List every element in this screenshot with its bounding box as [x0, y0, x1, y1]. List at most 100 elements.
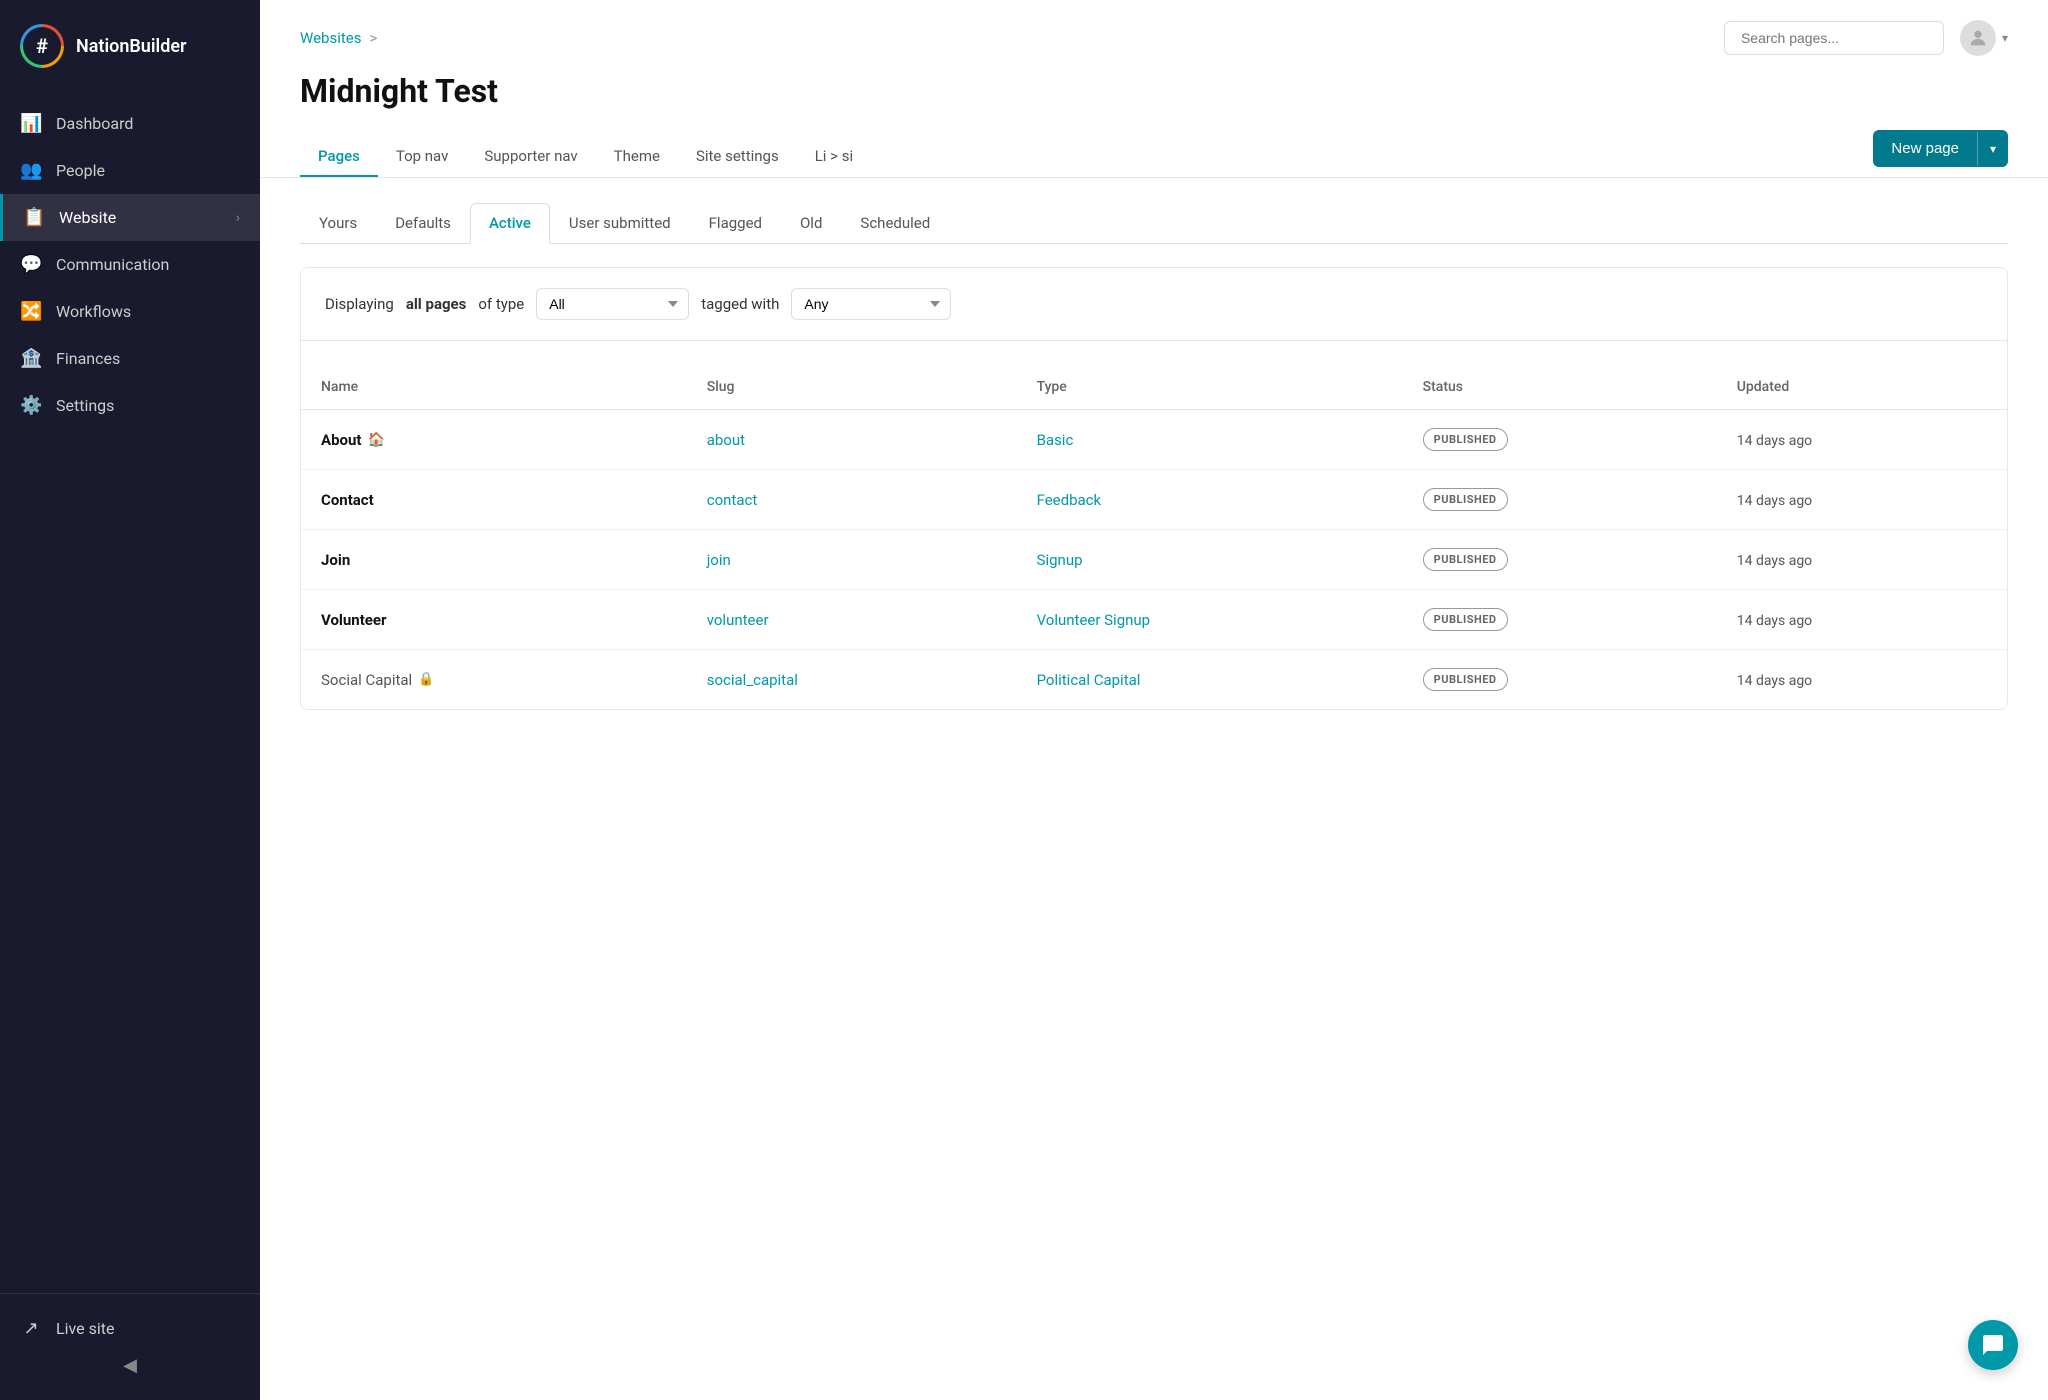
page-name-volunteer: Volunteer	[321, 611, 667, 629]
subtab-defaults[interactable]: Defaults	[376, 203, 470, 244]
slug-link-about[interactable]: about	[707, 431, 745, 449]
header-actions: ▾	[1724, 20, 2008, 56]
search-input[interactable]	[1724, 21, 1944, 55]
sidebar-item-communication[interactable]: 💬 Communication	[0, 241, 260, 288]
subtab-user-submitted[interactable]: User submitted	[550, 203, 690, 244]
user-menu[interactable]: ▾	[1960, 20, 2008, 56]
sidebar-item-label: Communication	[56, 255, 169, 274]
main-content: Websites > ▾ Midnight Test PagesTop navS…	[260, 0, 2048, 1400]
sidebar-item-workflows[interactable]: 🔀 Workflows	[0, 288, 260, 335]
page-title: Midnight Test	[300, 72, 2008, 110]
collapse-sidebar-button[interactable]: ◀	[20, 1347, 240, 1384]
type-link-social-capital[interactable]: Political Capital	[1037, 671, 1141, 689]
new-page-button[interactable]: New page ▾	[1873, 130, 2008, 167]
subtab-flagged[interactable]: Flagged	[690, 203, 781, 244]
new-page-dropdown-arrow[interactable]: ▾	[1977, 132, 2008, 166]
sidebar-item-live-site[interactable]: ↗ Live site	[20, 1310, 240, 1347]
updated-about: 14 days ago	[1737, 433, 1812, 449]
col-header-name: Name	[301, 365, 687, 410]
table-row: Volunteer volunteer Volunteer Signup PUBLIS…	[301, 590, 2007, 650]
live-site-label: Live site	[56, 1319, 114, 1338]
people-icon: 👥	[20, 160, 42, 181]
filter-bar: Displaying all pages of type All Basic F…	[301, 268, 2007, 341]
home-icon: 🏠	[367, 432, 384, 448]
sidebar-footer: ↗ Live site ◀	[0, 1293, 260, 1400]
website-icon: 📋	[23, 207, 45, 228]
slug-link-social-capital[interactable]: social_capital	[707, 671, 798, 689]
updated-contact: 14 days ago	[1737, 493, 1812, 509]
sidebar-item-settings[interactable]: ⚙️ Settings	[0, 382, 260, 429]
status-badge-join: PUBLISHED	[1423, 548, 1508, 571]
updated-volunteer: 14 days ago	[1737, 613, 1812, 629]
subtabs: YoursDefaultsActiveUser submittedFlagged…	[300, 202, 2008, 244]
status-badge-social-capital: PUBLISHED	[1423, 668, 1508, 691]
tab-more[interactable]: Li > si	[797, 137, 871, 177]
slug-link-volunteer[interactable]: volunteer	[707, 611, 769, 629]
table-body: About 🏠aboutBasicPUBLISHED14 days agoCon…	[301, 410, 2007, 710]
col-header-type: Type	[1017, 365, 1403, 410]
subtab-scheduled[interactable]: Scheduled	[841, 203, 949, 244]
pages-table: NameSlugTypeStatusUpdated About 🏠 about Ba…	[301, 365, 2007, 709]
type-filter-select[interactable]: All Basic Feedback Signup Volunteer Sign…	[536, 288, 689, 320]
header: Websites > ▾ Midnight Test PagesTop navS…	[260, 0, 2048, 178]
subtab-yours[interactable]: Yours	[300, 203, 376, 244]
content-area: YoursDefaultsActiveUser submittedFlagged…	[260, 178, 2048, 1400]
sidebar-item-label: Settings	[56, 396, 114, 415]
logo-text: NationBuilder	[76, 36, 187, 57]
sidebar-item-label: People	[56, 161, 105, 180]
table-row: Contact contact Feedback PUBLISHED 14 days a…	[301, 470, 2007, 530]
sidebar-item-finances[interactable]: 🏦 Finances	[0, 335, 260, 382]
new-page-button-label: New page	[1873, 130, 1977, 167]
table-header: NameSlugTypeStatusUpdated	[301, 365, 2007, 410]
header-top: Websites > ▾	[300, 20, 2008, 56]
filter-prefix: Displaying	[325, 295, 394, 313]
sidebar-item-label: Workflows	[56, 302, 131, 321]
type-link-volunteer[interactable]: Volunteer Signup	[1037, 611, 1151, 629]
page-name-about: About 🏠	[321, 431, 667, 449]
sidebar-item-people[interactable]: 👥 People	[0, 147, 260, 194]
sidebar-item-dashboard[interactable]: 📊 Dashboard	[0, 100, 260, 147]
type-link-about[interactable]: Basic	[1037, 431, 1074, 449]
sidebar-nav: 📊 Dashboard 👥 People 📋 Website › 💬 Commu…	[0, 92, 260, 1293]
slug-link-contact[interactable]: contact	[707, 491, 758, 509]
tab-supporter-nav[interactable]: Supporter nav	[466, 137, 595, 177]
tab-theme[interactable]: Theme	[596, 137, 678, 177]
sidebar-item-website[interactable]: 📋 Website ›	[0, 194, 260, 241]
breadcrumb-separator: >	[369, 29, 377, 47]
dashboard-icon: 📊	[20, 113, 42, 134]
logo-icon: #	[20, 24, 64, 68]
filter-middle: of type	[478, 295, 524, 313]
filter-highlight: all pages	[406, 295, 467, 313]
sidebar-item-label: Dashboard	[56, 114, 133, 133]
pages-table-container: Displaying all pages of type All Basic F…	[300, 267, 2008, 710]
table-row: JoinjoinSignupPUBLISHED14 days ago	[301, 530, 2007, 590]
tag-filter-select[interactable]: Any	[791, 288, 951, 320]
subtab-old[interactable]: Old	[781, 203, 841, 244]
breadcrumb-websites-link[interactable]: Websites	[300, 29, 361, 47]
chat-bubble-button[interactable]	[1968, 1320, 2018, 1370]
type-link-contact[interactable]: Feedback	[1037, 491, 1102, 509]
sidebar: # NationBuilder 📊 Dashboard 👥 People 📋 W…	[0, 0, 260, 1400]
logo-area[interactable]: # NationBuilder	[0, 0, 260, 92]
tab-site-settings[interactable]: Site settings	[678, 137, 797, 177]
breadcrumb: Websites >	[300, 29, 377, 47]
lock-icon: 🔒	[418, 672, 434, 687]
slug-link-join[interactable]: join	[707, 551, 731, 569]
status-badge-contact: PUBLISHED	[1423, 488, 1508, 511]
external-link-icon: ↗	[20, 1318, 42, 1339]
tab-top-nav[interactable]: Top nav	[378, 137, 467, 177]
updated-join: 14 days ago	[1737, 553, 1812, 569]
table-row: Social Capital 🔒social_capitalPolitical …	[301, 650, 2007, 710]
settings-icon: ⚙️	[20, 395, 42, 416]
col-header-slug: Slug	[687, 365, 1017, 410]
sidebar-item-label: Finances	[56, 349, 120, 368]
avatar	[1960, 20, 1996, 56]
subtab-active[interactable]: Active	[470, 203, 550, 244]
page-name-contact: Contact	[321, 491, 667, 509]
type-link-join[interactable]: Signup	[1037, 551, 1083, 569]
table-header-row: NameSlugTypeStatusUpdated	[301, 365, 2007, 410]
updated-social-capital: 14 days ago	[1737, 673, 1812, 689]
status-badge-volunteer: PUBLISHED	[1423, 608, 1508, 631]
communication-icon: 💬	[20, 254, 42, 275]
tab-pages[interactable]: Pages	[300, 137, 378, 177]
